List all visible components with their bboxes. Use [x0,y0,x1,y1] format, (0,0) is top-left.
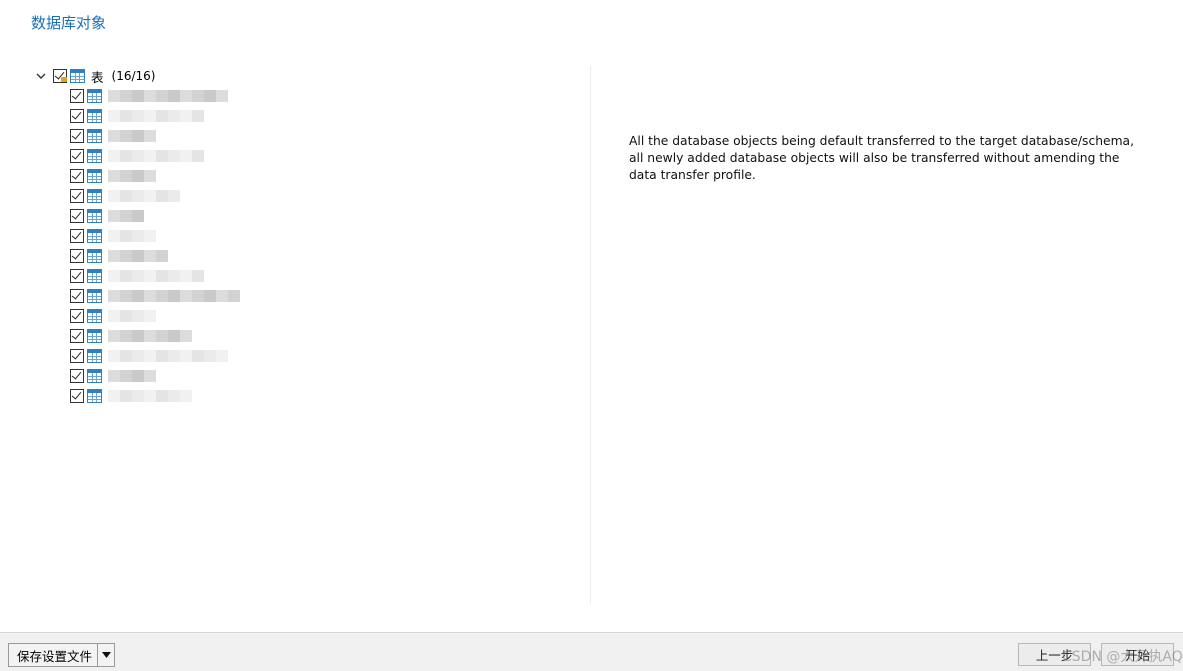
tree-item-row[interactable] [70,326,192,346]
item-checkbox[interactable] [70,149,84,163]
tree-item-row[interactable] [70,366,156,386]
tree-item-row[interactable] [70,246,168,266]
redacted-table-name [108,390,192,402]
save-profile-button[interactable]: 保存设置文件 [8,643,115,667]
lock-icon [61,77,67,82]
table-icon [70,69,85,83]
redacted-table-name [108,150,204,162]
item-checkbox[interactable] [70,229,84,243]
chevron-down-icon[interactable] [34,69,48,83]
tree-item-row[interactable] [70,386,192,406]
redacted-table-name [108,190,180,202]
root-checkbox[interactable] [53,69,67,83]
save-profile-label: 保存设置文件 [17,648,93,664]
table-icon [87,369,102,383]
redacted-table-name [108,90,228,102]
tree-item-row[interactable] [70,266,204,286]
item-checkbox[interactable] [70,209,84,223]
redacted-table-name [108,170,156,182]
table-icon [87,249,102,263]
description-text: All the database objects being default t… [629,134,1135,182]
dropdown-arrow-icon[interactable] [97,644,114,666]
tree-item-row[interactable] [70,286,240,306]
tree-item-row[interactable] [70,346,228,366]
redacted-table-name [108,330,192,342]
redacted-table-name [108,270,204,282]
table-icon [87,309,102,323]
panel-divider [590,66,591,604]
tree-item-row[interactable] [70,126,156,146]
table-icon [87,329,102,343]
redacted-table-name [108,290,240,302]
item-checkbox[interactable] [70,309,84,323]
tree-item-row[interactable] [70,166,156,186]
redacted-table-name [108,350,228,362]
item-checkbox[interactable] [70,169,84,183]
item-checkbox[interactable] [70,89,84,103]
table-icon [87,149,102,163]
item-checkbox[interactable] [70,269,84,283]
redacted-table-name [108,370,156,382]
tree-root-row[interactable]: 表 (16/16) [34,66,155,86]
table-icon [87,189,102,203]
table-icon [87,109,102,123]
item-checkbox[interactable] [70,189,84,203]
tree-item-row[interactable] [70,206,144,226]
footer-bar: 保存设置文件 上一步 开始 CSDN @大开执AQ [0,632,1183,671]
item-checkbox[interactable] [70,329,84,343]
table-icon [87,129,102,143]
redacted-table-name [108,110,204,122]
table-icon [87,229,102,243]
table-icon [87,209,102,223]
tree-item-row[interactable] [70,106,204,126]
watermark-text: CSDN @大开执AQ [1062,649,1183,665]
tree-item-row[interactable] [70,226,156,246]
table-icon [87,289,102,303]
redacted-table-name [108,310,156,322]
table-icon [87,169,102,183]
table-icon [87,349,102,363]
item-checkbox[interactable] [70,129,84,143]
table-icon [87,89,102,103]
redacted-table-name [108,250,168,262]
table-icon [87,269,102,283]
redacted-table-name [108,130,156,142]
tree-item-row[interactable] [70,86,228,106]
tree-item-row[interactable] [70,186,180,206]
item-checkbox[interactable] [70,289,84,303]
item-checkbox[interactable] [70,249,84,263]
tree-item-row[interactable] [70,306,156,326]
tree-root-count: (16/16) [111,69,156,83]
table-icon [87,389,102,403]
page-title: 数据库对象 [31,14,107,32]
tree-root-label: 表 [91,69,104,85]
tree-item-row[interactable] [70,146,204,166]
redacted-table-name [108,210,144,222]
item-checkbox[interactable] [70,389,84,403]
item-checkbox[interactable] [70,349,84,363]
item-checkbox[interactable] [70,369,84,383]
item-checkbox[interactable] [70,109,84,123]
redacted-table-name [108,230,156,242]
